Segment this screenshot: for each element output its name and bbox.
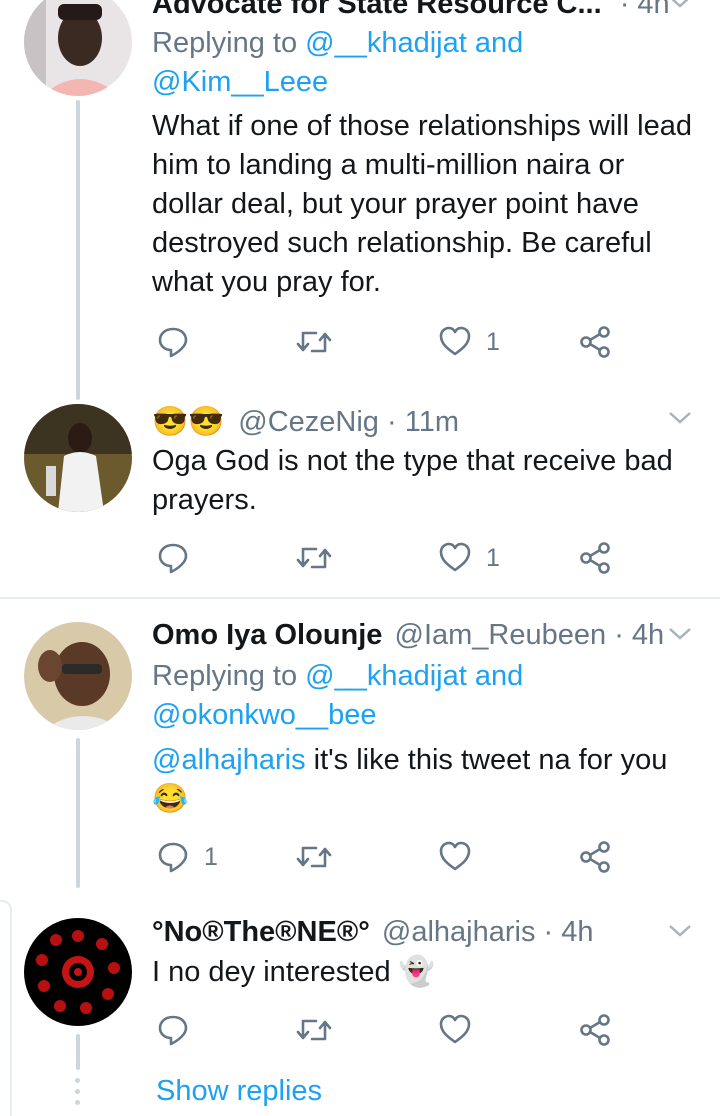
chevron-down-icon[interactable] xyxy=(667,624,693,644)
avatar[interactable] xyxy=(24,0,132,96)
reply-button[interactable] xyxy=(156,1010,190,1050)
retweet-icon xyxy=(296,547,332,569)
thread-line xyxy=(76,100,80,400)
like-icon xyxy=(439,1014,471,1044)
replying-to-line2: @Kim__Leee xyxy=(152,63,328,102)
tweet-text: Oga God is not the type that receive bad… xyxy=(152,445,673,516)
chevron-down-icon[interactable] xyxy=(667,408,693,428)
retweet-icon xyxy=(296,331,332,353)
more-replies-dots xyxy=(75,1078,81,1105)
share-icon xyxy=(580,542,610,574)
reply-icon xyxy=(158,842,188,873)
tweet-text: @alhajharis it's like this tweet na for … xyxy=(152,744,668,815)
reply-button[interactable]: 1 xyxy=(156,837,218,877)
like-count: 1 xyxy=(486,543,500,572)
reply-button[interactable] xyxy=(156,538,190,578)
tweet-text: What if one of those relationships will … xyxy=(152,110,693,298)
chevron-down-icon[interactable] xyxy=(667,0,693,12)
like-button[interactable] xyxy=(438,1010,472,1050)
share-icon xyxy=(580,326,610,358)
like-button[interactable]: 1 xyxy=(438,322,500,362)
display-name[interactable]: Omo Iya Olounje xyxy=(152,619,382,651)
thread-line xyxy=(76,738,80,888)
display-name[interactable]: °No®The®NE®° xyxy=(152,916,370,948)
reply-mention[interactable]: @okonkwo__bee xyxy=(152,699,377,731)
like-icon xyxy=(439,326,471,356)
retweet-button[interactable] xyxy=(296,322,332,362)
handle[interactable]: @Iam_Reubeen xyxy=(395,619,607,651)
reply-button[interactable] xyxy=(156,322,190,362)
timestamp: · 4h xyxy=(543,916,594,948)
thread-line xyxy=(76,1034,80,1070)
reply-mentions[interactable]: @__khadijat and xyxy=(305,27,523,59)
replying-to-line2: @okonkwo__bee xyxy=(152,696,377,735)
avatar[interactable] xyxy=(24,404,132,512)
tweet-header: Omo Iya Olounje @Iam_Reubeen · 4h xyxy=(152,617,664,653)
replying-to: Replying to @__khadijat and xyxy=(152,27,524,59)
like-button[interactable]: 1 xyxy=(438,538,500,578)
reply-icon xyxy=(158,327,188,358)
handle[interactable]: @CezeNig xyxy=(238,406,379,438)
reply-mentions[interactable]: @__khadijat and xyxy=(305,660,523,692)
timestamp: · 4h xyxy=(614,619,665,651)
share-button[interactable] xyxy=(578,322,612,362)
retweet-button[interactable] xyxy=(296,837,332,877)
like-button[interactable] xyxy=(438,837,472,877)
avatar[interactable] xyxy=(24,918,132,1026)
handle[interactable]: @alhajharis xyxy=(382,916,536,948)
share-icon xyxy=(580,841,610,873)
like-icon xyxy=(439,542,471,572)
reply-count: 1 xyxy=(204,842,218,871)
display-name-emoji[interactable]: 😎😎 xyxy=(152,406,224,438)
show-replies-link[interactable]: Show replies xyxy=(156,1072,322,1110)
mention-link[interactable]: @alhajharis xyxy=(152,744,306,776)
tweet-divider xyxy=(0,597,720,599)
share-button[interactable] xyxy=(578,538,612,578)
replying-to: Replying to @__khadijat and xyxy=(152,660,524,692)
avatar[interactable] xyxy=(24,622,132,730)
reply-mention[interactable]: @Kim__Leee xyxy=(152,66,328,98)
like-icon xyxy=(439,841,471,871)
share-button[interactable] xyxy=(578,837,612,877)
tweet-header: Advocate for State Resource C... · 4h xyxy=(152,0,670,22)
like-count: 1 xyxy=(486,327,500,356)
share-icon xyxy=(580,1014,610,1046)
reply-icon xyxy=(158,543,188,574)
emoji: 😂 xyxy=(152,783,189,815)
tweet-header: 😎😎 @CezeNig · 11m xyxy=(152,404,459,440)
timestamp: · 4h xyxy=(619,0,670,20)
timestamp: · 11m xyxy=(387,406,459,438)
emoji: 👻 xyxy=(398,956,435,988)
retweet-icon xyxy=(296,1019,332,1041)
retweet-button[interactable] xyxy=(296,538,332,578)
retweet-icon xyxy=(296,846,332,868)
left-edge-bracket xyxy=(0,900,12,1116)
display-name[interactable]: Advocate for State Resource C... xyxy=(152,0,602,20)
chevron-down-icon[interactable] xyxy=(667,921,693,941)
tweet-text: I no dey interested 👻 xyxy=(152,956,435,988)
share-button[interactable] xyxy=(578,1010,612,1050)
retweet-button[interactable] xyxy=(296,1010,332,1050)
tweet-header: °No®The®NE®° @alhajharis · 4h xyxy=(152,914,594,950)
reply-icon xyxy=(158,1015,188,1046)
